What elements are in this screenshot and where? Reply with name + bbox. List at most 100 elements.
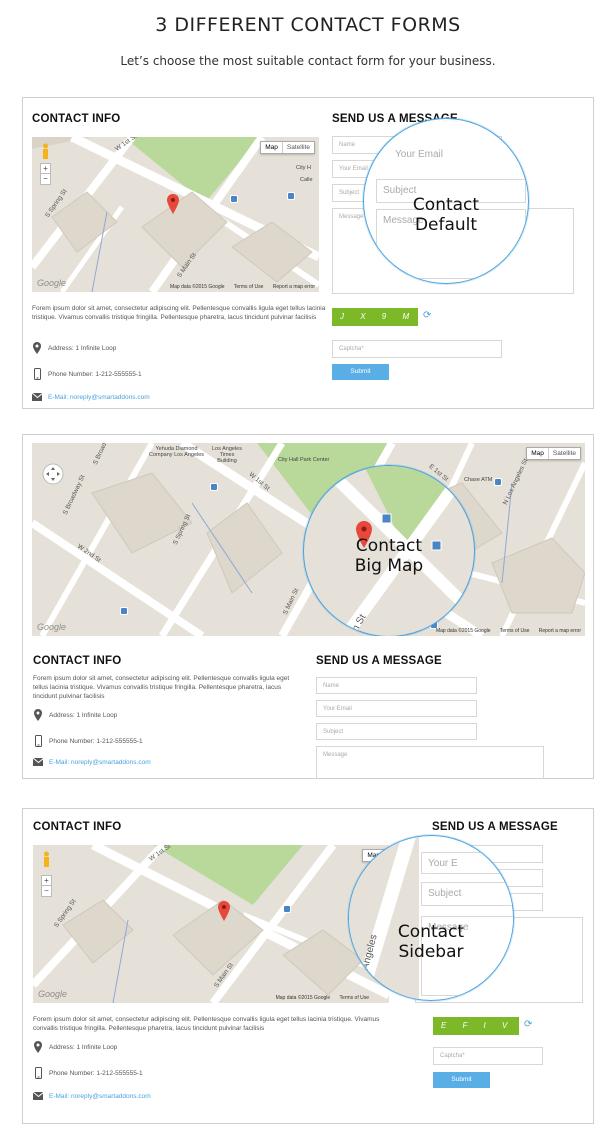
map-marker-icon[interactable]	[218, 901, 230, 921]
map-tab-satellite[interactable]: Satellite	[547, 448, 580, 459]
email-link[interactable]: E-Mail: noreply@smartaddons.com	[49, 759, 151, 766]
poi-label: City Hall Park Center	[278, 457, 330, 463]
terms-link[interactable]: Terms of Use	[234, 284, 263, 290]
lens-title-line1: Contact	[412, 195, 480, 215]
transit-icon	[210, 483, 218, 491]
address-text: Address: 1 Infinite Loop	[48, 344, 117, 352]
map-attribution: Map data ©2015 Google Terms of Use Repor…	[162, 284, 315, 290]
map-data-text: Map data ©2015 Google	[275, 995, 331, 1001]
map-tab-map[interactable]: Map	[261, 142, 282, 153]
contact-default-panel: CONTACT INFO SEND US A MESSAGE W 1st St …	[22, 97, 594, 409]
captcha-image: E F I V E	[433, 1017, 519, 1048]
map-marker-icon[interactable]	[167, 194, 179, 214]
phone-text: Phone Number: 1-212-555555-1	[48, 370, 142, 378]
email-input[interactable]: Your Email	[316, 700, 477, 717]
google-map[interactable]: W 1st St S Spring St S Main St + − Map G…	[33, 845, 389, 1003]
map-pin-icon	[33, 709, 43, 721]
phone-row: Phone Number: 1-212-555555-1	[32, 368, 142, 380]
transit-icon	[283, 905, 291, 913]
report-link[interactable]: Report a map error	[273, 284, 315, 290]
lens-title-line1: Contact	[355, 536, 423, 556]
map-type-tabs: Map Satellite	[260, 141, 315, 154]
email-row: E-Mail: noreply@smartaddons.com	[33, 756, 151, 768]
refresh-captcha-icon[interactable]: ⟳	[423, 310, 431, 321]
submit-button[interactable]: Submit	[332, 364, 389, 380]
name-input[interactable]: Name	[316, 677, 477, 694]
page-title: 3 DIFFERENT CONTACT FORMS	[155, 14, 461, 36]
poi-label: Yehuda Diamond Company Los Angeles	[149, 446, 205, 458]
contact-info-heading: CONTACT INFO	[32, 113, 121, 125]
google-map[interactable]: W 1st St S Spring St S Main St Calle Cit…	[32, 137, 319, 292]
contact-sidebar-panel: CONTACT INFO SEND US A MESSAGE W 1st St …	[22, 808, 594, 1124]
address-row: Address: 1 Infinite Loop	[32, 342, 116, 354]
mobile-phone-icon	[32, 368, 42, 380]
submit-button[interactable]: Submit	[433, 1072, 490, 1088]
send-message-heading: SEND US A MESSAGE	[432, 821, 558, 833]
contact-info-heading: CONTACT INFO	[33, 821, 122, 833]
captcha-image: J X 9 M	[332, 308, 418, 326]
google-logo: Google	[37, 278, 67, 288]
map-tab-satellite[interactable]: Satellite	[281, 142, 314, 153]
poi-label: Calle	[300, 177, 313, 183]
lens-title-line2: Default	[414, 215, 478, 235]
map-pin-icon	[33, 1041, 43, 1053]
transit-icon	[287, 192, 295, 200]
contact-description: Forem ipsum dolor sit amet, consectetur …	[33, 1016, 380, 1032]
lens-email-field: Your E	[421, 852, 513, 874]
magnifier-lens: Los Angeles Your E Subject Message Conta…	[348, 835, 514, 1001]
lens-title-line2: Big Map	[354, 556, 424, 576]
envelope-icon	[32, 391, 42, 403]
subject-input[interactable]: Subject	[316, 723, 477, 740]
address-row: Address: 1 Infinite Loop	[33, 709, 117, 721]
map-tab-map[interactable]: Map	[527, 448, 548, 459]
captcha-input[interactable]: Captcha*	[433, 1047, 543, 1065]
pan-control-icon[interactable]	[42, 463, 64, 485]
poi-label: City H	[296, 165, 311, 171]
map-type-tabs: Map Satellite	[526, 447, 581, 460]
transit-icon	[120, 607, 128, 615]
report-link[interactable]: Report a map error	[539, 628, 581, 634]
transit-icon	[494, 478, 502, 486]
page-subtitle: Let’s choose the most suitable contact f…	[120, 54, 496, 68]
map-streets	[33, 845, 389, 1003]
refresh-captcha-icon[interactable]: ⟳	[524, 1019, 532, 1030]
transit-icon	[230, 195, 238, 203]
pegman-icon[interactable]	[41, 143, 50, 159]
contact-description: Forem ipsum dolor sit amet, consectetur …	[32, 305, 326, 321]
phone-row: Phone Number: 1-212-555555-1	[33, 1067, 143, 1079]
address-row: Address: 1 Infinite Loop	[33, 1041, 117, 1053]
magnifier-lens: Your Email Subject Message Contact Defau…	[363, 118, 529, 284]
envelope-icon	[33, 756, 43, 768]
mobile-phone-icon	[33, 1067, 43, 1079]
phone-text: Phone Number: 1-212-555555-1	[49, 737, 143, 745]
zoom-out-button[interactable]: −	[40, 173, 51, 185]
pegman-icon[interactable]	[42, 851, 51, 867]
map-data-text: Map data ©2015 Google	[169, 284, 225, 290]
send-message-heading: SEND US A MESSAGE	[316, 655, 442, 667]
lens-subject-field: Subject	[421, 882, 513, 906]
terms-link[interactable]: Terms of Use	[500, 628, 529, 634]
google-map[interactable]: Yehuda Diamond Company Los Angeles Los A…	[32, 443, 585, 636]
map-pin-icon	[32, 342, 42, 354]
lens-title-line1: Contact	[397, 922, 465, 942]
lens-title-line2: Sidebar	[398, 942, 464, 962]
contact-big-map-panel: Yehuda Diamond Company Los Angeles Los A…	[22, 434, 594, 779]
poi-label: Los Angeles Times Building	[212, 446, 242, 464]
email-link[interactable]: E-Mail: noreply@smartaddons.com	[48, 394, 150, 401]
contact-info-heading: CONTACT INFO	[33, 655, 122, 667]
email-row: E-Mail: noreply@smartaddons.com	[33, 1090, 151, 1102]
zoom-out-button[interactable]: −	[41, 885, 52, 897]
email-link[interactable]: E-Mail: noreply@smartaddons.com	[49, 1093, 151, 1100]
map-streets	[32, 137, 319, 292]
google-logo: Google	[38, 989, 68, 999]
lens-email-field: Your Email	[389, 144, 528, 166]
phone-row: Phone Number: 1-212-555555-1	[33, 735, 143, 747]
address-text: Address: 1 Infinite Loop	[49, 1043, 118, 1051]
envelope-icon	[33, 1090, 43, 1102]
google-logo: Google	[37, 622, 67, 632]
message-textarea[interactable]: Message	[316, 746, 544, 778]
magnifier-lens: Main St Contact Big Map	[303, 465, 475, 636]
address-text: Address: 1 Infinite Loop	[49, 711, 118, 719]
mobile-phone-icon	[33, 735, 43, 747]
captcha-input[interactable]: Captcha*	[332, 340, 502, 358]
